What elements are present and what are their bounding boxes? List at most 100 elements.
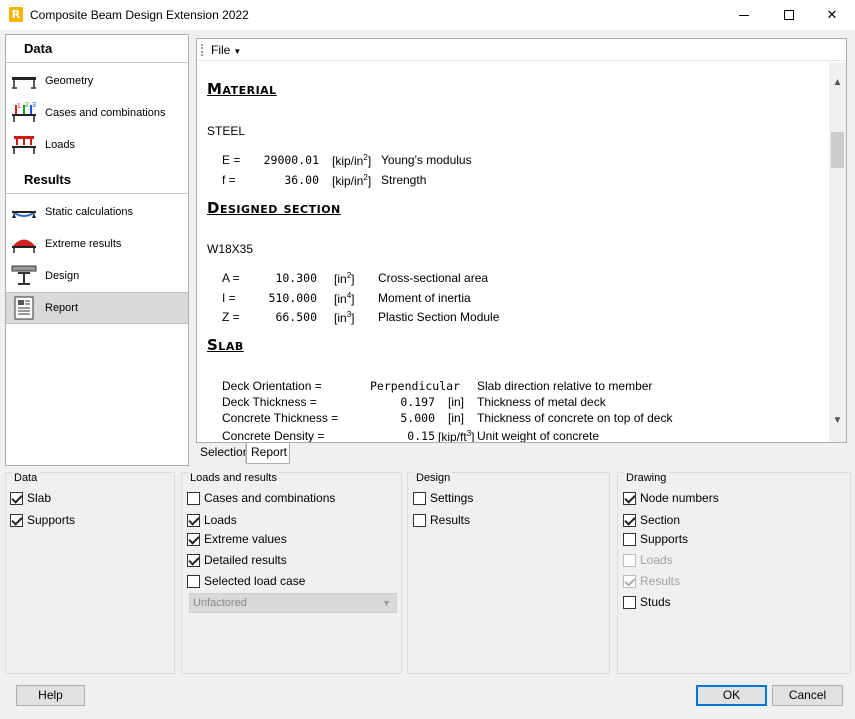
row-unit: [in] bbox=[448, 411, 465, 425]
material-heading: Material bbox=[207, 80, 277, 98]
checkbox-box[interactable] bbox=[623, 532, 636, 546]
group-title-drawing: Drawing bbox=[624, 472, 669, 484]
tab-report[interactable]: Report bbox=[246, 443, 290, 464]
group-loads-results: Loads and results Cases and combinations… bbox=[181, 472, 402, 674]
checkbox-settings[interactable]: Settings bbox=[413, 491, 473, 505]
checkbox-box[interactable] bbox=[187, 574, 200, 588]
cases-icon: 1 2 3 bbox=[12, 102, 36, 122]
checkbox-box[interactable] bbox=[10, 491, 23, 505]
tab-selection[interactable]: Selection bbox=[196, 443, 249, 463]
cancel-button[interactable]: Cancel bbox=[772, 685, 843, 706]
scroll-thumb[interactable] bbox=[831, 132, 844, 168]
row-value: 0.197 bbox=[400, 395, 435, 409]
checkbox-selected-load-case[interactable]: Selected load case bbox=[187, 574, 305, 588]
load-case-select[interactable]: Unfactored ▼ bbox=[189, 593, 397, 613]
row-description: Young's modulus bbox=[381, 153, 472, 167]
nav-item-loads[interactable]: Loads bbox=[6, 129, 188, 161]
checkbox-box[interactable] bbox=[413, 513, 426, 527]
checkbox-box[interactable] bbox=[187, 491, 200, 505]
checkbox-loads[interactable]: Loads bbox=[187, 513, 237, 527]
row-value: 36.00 bbox=[284, 173, 319, 187]
file-menu[interactable]: File ▼ bbox=[211, 43, 241, 57]
checkbox-slab[interactable]: Slab bbox=[10, 491, 51, 505]
nav-item-design[interactable]: Design bbox=[6, 260, 188, 292]
section-name: W18X35 bbox=[207, 242, 254, 256]
close-button[interactable]: ✕ bbox=[809, 0, 855, 30]
row-description: Slab direction relative to member bbox=[477, 379, 653, 393]
row-value: 66.500 bbox=[275, 310, 317, 324]
checkbox-box bbox=[623, 574, 636, 588]
report-scrollbar[interactable]: ▲ ▼ bbox=[829, 62, 846, 442]
checkbox-cases-combinations[interactable]: Cases and combinations bbox=[187, 491, 335, 505]
checkbox-box[interactable] bbox=[187, 513, 200, 527]
checkbox-section[interactable]: Section bbox=[623, 513, 680, 527]
row-symbol: E = bbox=[222, 153, 241, 167]
toolbar-grip-icon[interactable] bbox=[201, 44, 203, 56]
checkbox-label: Loads bbox=[204, 513, 237, 527]
checkbox-box[interactable] bbox=[413, 491, 426, 505]
row-description: Moment of inertia bbox=[378, 291, 471, 305]
minimize-button[interactable] bbox=[721, 0, 767, 30]
material-type: STEEL bbox=[207, 124, 246, 138]
checkbox-label: Supports bbox=[27, 513, 76, 527]
nav-label-design: Design bbox=[45, 270, 80, 282]
row-symbol: Concrete Density = bbox=[222, 429, 325, 442]
checkbox-studs[interactable]: Studs bbox=[623, 595, 671, 609]
row-value: 10.300 bbox=[275, 271, 317, 285]
chevron-down-icon: ▼ bbox=[382, 598, 391, 608]
checkbox-label: Results bbox=[430, 513, 471, 527]
row-description: Cross-sectional area bbox=[378, 271, 489, 285]
close-icon: ✕ bbox=[826, 7, 838, 22]
checkbox-box[interactable] bbox=[187, 532, 200, 546]
checkbox-label: Cases and combinations bbox=[204, 491, 336, 505]
nav-header-data: Data bbox=[6, 35, 188, 63]
checkbox-supports[interactable]: Supports bbox=[10, 513, 75, 527]
window-title: Composite Beam Design Extension 2022 bbox=[30, 8, 249, 22]
checkbox-box[interactable] bbox=[623, 595, 636, 609]
checkbox-node-numbers[interactable]: Node numbers bbox=[623, 491, 719, 505]
group-drawing: Drawing Node numbers Section Supports Lo… bbox=[617, 472, 851, 674]
row-value: 29000.01 bbox=[263, 153, 319, 167]
checkbox-label: Selected load case bbox=[204, 574, 306, 588]
checkbox-box[interactable] bbox=[187, 553, 200, 567]
row-symbol: Concrete Thickness = bbox=[222, 411, 339, 425]
row-symbol: Deck Orientation = bbox=[222, 379, 322, 393]
nav-label-geometry: Geometry bbox=[45, 75, 94, 87]
row-unit: [in2] bbox=[334, 271, 355, 286]
row-unit: [in] bbox=[448, 395, 465, 409]
ok-button[interactable]: OK bbox=[696, 685, 767, 706]
nav-item-cases[interactable]: 1 2 3 Cases and combinations bbox=[6, 97, 188, 129]
scroll-down-icon[interactable]: ▼ bbox=[829, 412, 846, 429]
checkbox-extreme-values[interactable]: Extreme values bbox=[187, 532, 287, 546]
row-value: 510.000 bbox=[268, 291, 317, 305]
nav-item-static-calculations[interactable]: Static calculations bbox=[6, 196, 188, 228]
scroll-up-icon[interactable]: ▲ bbox=[829, 74, 846, 91]
loads-icon bbox=[12, 136, 36, 154]
nav-item-extreme-results[interactable]: Extreme results bbox=[6, 228, 188, 260]
row-unit: [in4] bbox=[334, 291, 355, 306]
maximize-icon bbox=[784, 10, 794, 20]
nav-item-geometry[interactable]: Geometry bbox=[6, 65, 188, 97]
group-title-data: Data bbox=[12, 472, 40, 484]
checkbox-box[interactable] bbox=[10, 513, 23, 527]
nav-label-cases: Cases and combinations bbox=[45, 107, 166, 119]
maximize-button[interactable] bbox=[766, 0, 812, 30]
help-button[interactable]: Help bbox=[16, 685, 85, 706]
group-design: Design Settings Results bbox=[407, 472, 610, 674]
checkbox-label: Slab bbox=[27, 491, 52, 505]
checkbox-drawing-results: Results bbox=[623, 574, 680, 588]
report-content[interactable]: Material STEEL E = 29000.01 [kip/in2] Yo… bbox=[197, 62, 829, 442]
checkbox-detailed-results[interactable]: Detailed results bbox=[187, 553, 287, 567]
slab-heading: Slab bbox=[207, 336, 244, 354]
checkbox-box bbox=[623, 553, 636, 567]
checkbox-box[interactable] bbox=[623, 491, 636, 505]
checkbox-drawing-supports[interactable]: Supports bbox=[623, 532, 688, 546]
row-unit: [in3] bbox=[334, 310, 355, 325]
row-value: Perpendicular bbox=[369, 379, 460, 393]
checkbox-box[interactable] bbox=[623, 513, 636, 527]
nav-item-report[interactable]: Report bbox=[6, 292, 188, 324]
svg-text:1: 1 bbox=[17, 103, 21, 110]
checkbox-design-results[interactable]: Results bbox=[413, 513, 470, 527]
chevron-down-icon: ▼ bbox=[233, 47, 242, 56]
nav-label-static-calculations: Static calculations bbox=[45, 206, 134, 218]
